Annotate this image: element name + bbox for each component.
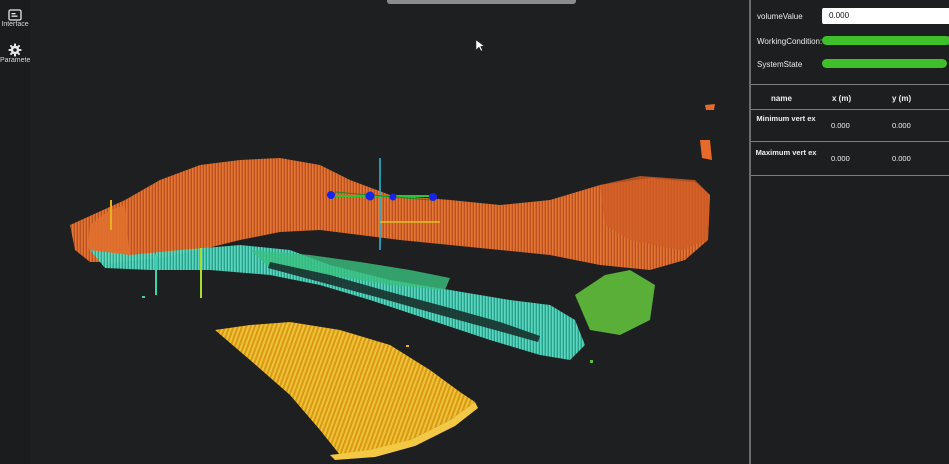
row-name: Maximum vert ex <box>755 148 817 157</box>
point-cloud-right-green <box>575 270 655 335</box>
sidebar-item-label: Paramete <box>0 57 30 64</box>
row-y-value: 0.000 <box>892 154 911 163</box>
sidebar-item-label: Interface <box>1 21 29 28</box>
gizmo-handle-right[interactable] <box>429 193 437 201</box>
gear-icon <box>8 43 22 57</box>
working-condition-indicator <box>822 36 949 45</box>
sidebar-item-interface[interactable]: Interface <box>0 9 30 28</box>
gizmo-handle-mid[interactable] <box>389 193 397 201</box>
sidebar-item-parameters[interactable]: Paramete <box>0 43 30 64</box>
column-header-y: y (m) <box>892 94 912 103</box>
properties-panel: volumeValue 0.000 WorkingCondition: Syst… <box>749 0 949 464</box>
point-cloud-canvas[interactable] <box>30 0 749 464</box>
vertex-table: name x (m) y (m) Minimum vert ex 0.000 0… <box>751 84 949 177</box>
point-cloud-viewport[interactable] <box>30 0 749 464</box>
row-y-value: 0.000 <box>892 121 911 130</box>
volume-value-field[interactable]: 0.000 <box>822 8 949 24</box>
gizmo-handle-center[interactable] <box>365 191 375 201</box>
row-x-value: 0.000 <box>831 154 850 163</box>
left-sidebar: Interface Paramete <box>0 0 31 464</box>
row-x-value: 0.000 <box>831 121 850 130</box>
point-cloud-top-edge <box>700 104 715 160</box>
interface-window-icon <box>8 9 22 21</box>
system-state-label: SystemState <box>757 60 803 69</box>
system-state-indicator <box>822 59 947 68</box>
mouse-cursor-icon <box>475 39 485 52</box>
row-name: Minimum vert ex <box>756 114 816 123</box>
working-condition-label: WorkingCondition: <box>757 37 823 46</box>
column-header-x: x (m) <box>832 94 852 103</box>
volume-value-label: volumeValue <box>757 12 803 21</box>
gizmo-handle-left[interactable] <box>327 191 335 199</box>
column-header-name: name <box>771 94 792 103</box>
